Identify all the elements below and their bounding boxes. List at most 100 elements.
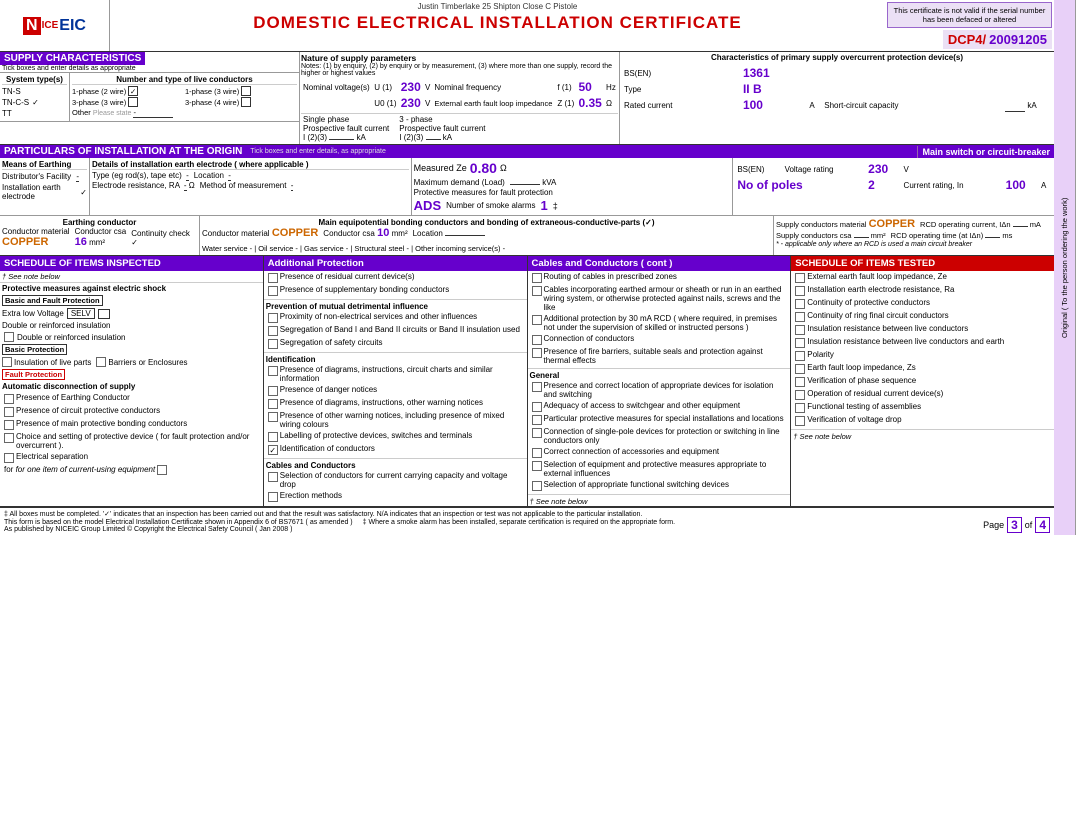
three-phase-prospective: Prospective fault current	[399, 124, 485, 133]
footer-note2: This form is based on the model Electric…	[4, 519, 353, 526]
short-circuit-val	[1005, 98, 1025, 112]
cert-number-area: DCP4/ 20091205	[943, 30, 1052, 49]
page-num: 3	[1007, 517, 1022, 533]
footer-note1: ‡ All boxes must be completed. '✓' indic…	[4, 510, 983, 518]
tested-item: Continuity of protective conductors	[791, 297, 1054, 310]
general-item: Particular protective measures for speci…	[528, 413, 791, 426]
smoke-alarms-note: ‡	[553, 201, 558, 211]
prevention-item: Segregation of Band I and Band II circui…	[264, 324, 527, 337]
general-item: Selection of appropriate functional swit…	[528, 479, 791, 492]
earthing-title: Means of Earthing	[2, 160, 87, 170]
earthing-conductor: Earthing conductor Conductor material CO…	[0, 216, 200, 255]
supply-section: SUPPLY CHARACTERISTICS Tick boxes and en…	[0, 52, 1054, 145]
single-phase-area: Single phase Prospective fault current I…	[303, 115, 389, 142]
rcd-operating-time: RCD operating time (at IΔn) ms	[891, 231, 1013, 240]
phase-3-3wire: 3-phase (3 wire)	[72, 97, 184, 107]
nature-title: Nature of supply parameters	[301, 53, 618, 63]
earth-electrode-details: Details of installation earth electrode …	[90, 158, 412, 215]
u0-label: U0 (1)	[372, 95, 398, 111]
tested-header: SCHEDULE OF ITEMS TESTED	[791, 256, 1054, 271]
cert-number: 20091205	[989, 32, 1047, 47]
main-area: N ICE EIC Justin Timberlake 25 Shipton C…	[0, 0, 1054, 535]
cables-items: Selection of conductors for current carr…	[264, 470, 527, 503]
main-switch-panel: BS(EN) Voltage rating 230 V No of poles …	[733, 158, 1054, 215]
identification-title: Identification	[264, 352, 527, 364]
earthing-conductor-title: Earthing conductor	[2, 218, 197, 227]
bonding-title: Main equipotential bonding conductors an…	[202, 218, 771, 227]
system-types: System type(s) TN-S TN-C-S ✓ TT	[0, 73, 70, 121]
supply-conductors-csa: Supply conductors csa mm²	[776, 231, 886, 240]
rcd-note: * - applicable only where an RCD is used…	[776, 241, 1052, 248]
insulation-checkbox	[2, 357, 12, 367]
main-switch-title: Main switch or circuit-breaker	[917, 146, 1054, 158]
bonding-csa-val: 10	[377, 227, 389, 239]
identification-item: Presence of diagrams, instructions, circ…	[264, 364, 527, 384]
add-prot-item: Presence of supplementary bonding conduc…	[264, 284, 527, 297]
three-phase-area: 3 - phase Prospective fault current I (2…	[399, 115, 485, 142]
smoke-alarms-val: 1	[540, 198, 547, 213]
header-center: Justin Timberlake 25 Shipton Close C Pis…	[110, 0, 885, 51]
tn-s: TN-S	[2, 86, 67, 97]
basic-protection-label: Basic Protection	[2, 344, 67, 355]
general-items: Presence and correct location of appropr…	[528, 380, 791, 492]
protective-measures-title: Protective measures against electric sho…	[0, 283, 263, 294]
ads-area: ADS Number of smoke alarms 1 ‡	[414, 198, 731, 213]
electrode-resistance: Electrode resistance, RA - Ω	[92, 181, 195, 190]
cables-item: Selection of conductors for current carr…	[264, 470, 527, 490]
short-circuit-unit: kA	[1027, 98, 1050, 112]
conductor-material: Conductor material COPPER	[2, 227, 70, 248]
single-phase-label: Single phase	[303, 115, 349, 124]
distributors-facility: Distributor's Facility -	[2, 171, 87, 182]
measured-ze-label: Measured Ze	[414, 163, 467, 173]
i-23-label: I (2)(3)	[303, 133, 327, 142]
rated-unit: A	[809, 98, 822, 112]
for-one-label: for for one item of current-using equipm…	[0, 464, 263, 476]
measured-ze-val: 0.80	[470, 160, 497, 176]
side-label: Original ( To the person ordering the wo…	[1054, 0, 1076, 535]
cables-see-note: † See note below	[528, 494, 791, 506]
ms-no-poles-num: 2	[868, 178, 901, 192]
cables-cont-header: Cables and Conductors ( cont )	[528, 256, 791, 271]
single-phase-unit: kA	[356, 133, 365, 142]
max-demand: Maximum demand (Load) kVA	[414, 178, 731, 187]
inspected-header: SCHEDULE OF ITEMS INSPECTED	[0, 256, 263, 271]
cables-conductors-title: Cables and Conductors	[264, 458, 527, 470]
tested-item: Continuity of ring final circuit conduct…	[791, 310, 1054, 323]
freq-val: 50	[576, 79, 604, 95]
short-circuit-label: Short-circuit capacity	[824, 98, 1003, 112]
rated-val: 100	[743, 98, 807, 112]
prospective-label: Prospective fault current	[303, 124, 389, 133]
nominal-voltage-label: Nominal voltage(s)	[301, 79, 372, 95]
particulars-section: PARTICULARS OF INSTALLATION AT THE ORIGI…	[0, 145, 1054, 256]
cables-cont-item: Connection of conductors	[528, 333, 791, 346]
electrode-location: Location -	[194, 171, 231, 180]
ads-val: ADS	[414, 198, 441, 213]
measured-ze-unit: Ω	[500, 163, 507, 173]
ms-voltage-val: 230	[868, 162, 901, 176]
cables-cont-item: Routing of cables in prescribed zones	[528, 271, 791, 284]
protective-measures: Protective measures for fault protection	[414, 188, 731, 197]
bsen-val: 1361	[743, 66, 807, 80]
conductor-csa-val: 16	[75, 236, 87, 248]
general-title: General	[528, 368, 791, 380]
additional-protection-col: Additional Protection Presence of residu…	[264, 256, 528, 506]
barriers-checkbox	[96, 357, 106, 367]
identification-item: ✓Identification of conductors	[264, 443, 527, 456]
ms-voltage-unit: V	[904, 162, 1004, 176]
type-label: Type	[624, 82, 741, 96]
identification-item: Presence of diagrams, instructions, othe…	[264, 397, 527, 410]
bonding-location: Location	[413, 229, 485, 238]
tested-item: Verification of voltage drop	[791, 414, 1054, 427]
tested-item: External earth fault loop impedance, Ze	[791, 271, 1054, 284]
ms-current-val: 100	[1006, 178, 1039, 192]
logo: N ICE EIC	[23, 17, 86, 35]
prevention-item: Proximity of non-electrical services and…	[264, 311, 527, 324]
freq-unit: Hz	[604, 79, 618, 95]
general-item: Connection of single-pole devices for pr…	[528, 426, 791, 446]
u1-label: U (1)	[372, 79, 398, 95]
sched-inspected-item: Choice and setting of protective device …	[0, 431, 263, 451]
nominal-freq-label: Nominal frequency	[432, 79, 555, 95]
ze-label: Z (1)	[555, 95, 576, 111]
identification-item: Presence of danger notices	[264, 384, 527, 397]
phase-1-3wire: 1-phase (3 wire)	[185, 86, 297, 96]
